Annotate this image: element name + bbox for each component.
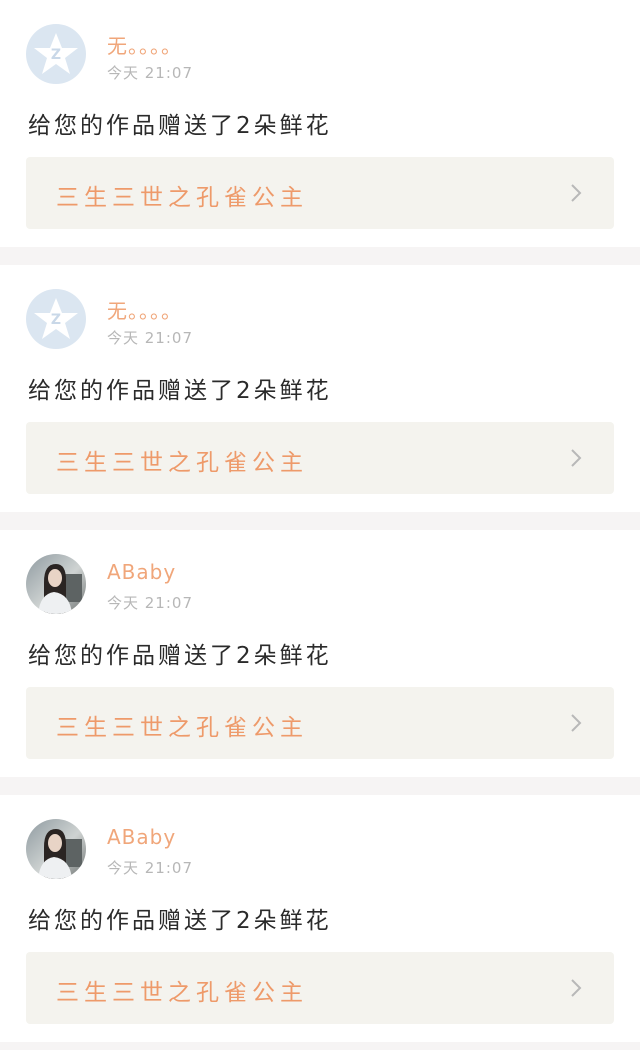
chevron-right-icon [571,449,582,467]
notification-message: 给您的作品赠送了2朵鲜花 [28,113,332,139]
svg-text:Z: Z [51,312,61,328]
timestamp: 今天 21:07 [107,859,193,877]
default-avatar-icon[interactable]: Z [26,289,86,349]
username[interactable]: 无。。。。 [107,295,182,324]
work-link-button[interactable]: 三生三世之孔雀公主 [26,422,614,494]
notification-message: 给您的作品赠送了2朵鲜花 [28,908,332,934]
work-title: 三生三世之孔雀公主 [56,980,308,1006]
notification-feed: Z 无。。。。 今天 21:07 给您的作品赠送了2朵鲜花 三生三世之孔雀公主 … [0,0,640,1042]
work-link-button[interactable]: 三生三世之孔雀公主 [26,952,614,1024]
chevron-right-icon [571,184,582,202]
username[interactable]: 无。。。。 [107,30,182,59]
user-avatar[interactable] [26,819,86,879]
user-avatar[interactable] [26,554,86,614]
timestamp: 今天 21:07 [107,329,193,347]
default-avatar-icon[interactable]: Z [26,24,86,84]
timestamp: 今天 21:07 [107,594,193,612]
username[interactable]: ABaby [107,825,176,849]
svg-text:Z: Z [51,47,61,63]
notification-card: ABaby 今天 21:07 给您的作品赠送了2朵鲜花 三生三世之孔雀公主 [0,530,640,777]
notification-card: Z 无。。。。 今天 21:07 给您的作品赠送了2朵鲜花 三生三世之孔雀公主 [0,265,640,512]
work-title: 三生三世之孔雀公主 [56,185,308,211]
work-title: 三生三世之孔雀公主 [56,715,308,741]
notification-message: 给您的作品赠送了2朵鲜花 [28,378,332,404]
timestamp: 今天 21:07 [107,64,193,82]
notification-card: Z 无。。。。 今天 21:07 给您的作品赠送了2朵鲜花 三生三世之孔雀公主 [0,0,640,247]
chevron-right-icon [571,714,582,732]
work-link-button[interactable]: 三生三世之孔雀公主 [26,687,614,759]
username[interactable]: ABaby [107,560,176,584]
notification-card: ABaby 今天 21:07 给您的作品赠送了2朵鲜花 三生三世之孔雀公主 [0,795,640,1042]
work-link-button[interactable]: 三生三世之孔雀公主 [26,157,614,229]
chevron-right-icon [571,979,582,997]
notification-message: 给您的作品赠送了2朵鲜花 [28,643,332,669]
work-title: 三生三世之孔雀公主 [56,450,308,476]
